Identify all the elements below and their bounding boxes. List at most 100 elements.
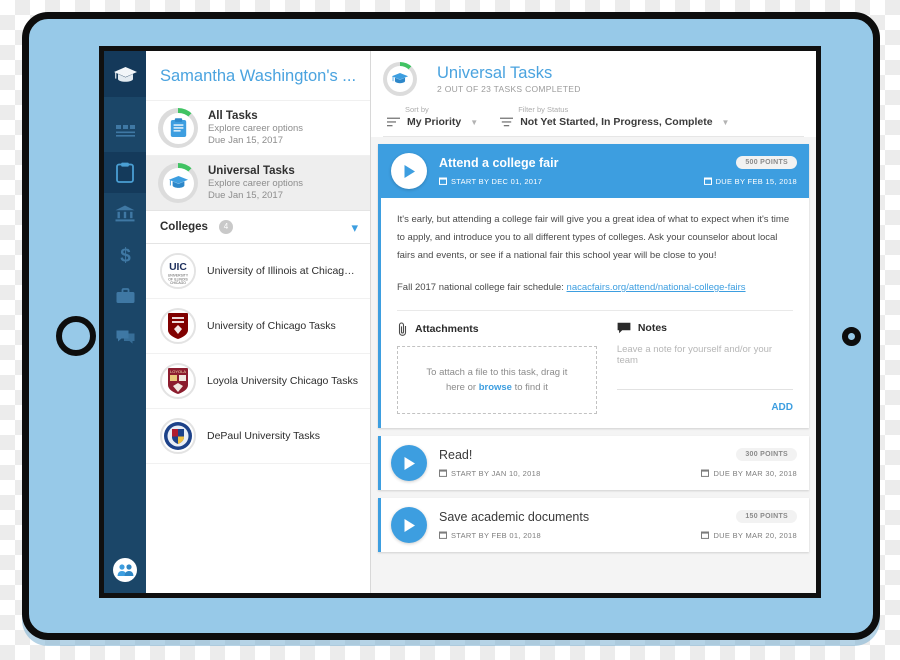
chevron-down-icon[interactable]: ▾ (351, 221, 358, 234)
calendar-icon (439, 177, 447, 187)
list-item[interactable]: DePaul University Tasks (146, 409, 370, 464)
app-logo[interactable] (104, 51, 146, 97)
attachment-dropzone[interactable]: To attach a file to this task, drag it h… (397, 346, 597, 414)
task-card-header[interactable]: Save academic documents 150 POINTS START… (381, 498, 809, 552)
controls-row: Sort by My Priority ▼ Filter by Status N… (383, 96, 804, 128)
task-card-header[interactable]: Read! 300 POINTS START BY JAN 10, 2018 D… (381, 436, 809, 490)
colleges-bank-icon (115, 205, 135, 222)
progress-ring (158, 163, 198, 203)
national-college-fairs-link[interactable]: nacacfairs.org/attend/national-college-f… (567, 282, 746, 293)
notes-title: Notes (637, 322, 668, 334)
sidebar-item-all-tasks[interactable]: All Tasks Explore career options Due Jan… (146, 100, 370, 155)
graduation-cap-progress-icon (383, 62, 417, 96)
rail-item-list: $ (104, 111, 146, 357)
svg-text:CHICAGO: CHICAGO (170, 281, 186, 285)
note-bubble-icon (617, 322, 631, 334)
college-name: University of Illinois at Chicago T... (207, 265, 360, 277)
task-group-due: Due Jan 15, 2017 (208, 190, 284, 201)
college-name: DePaul University Tasks (207, 430, 321, 442)
attachments-title: Attachments (415, 323, 479, 335)
task-description: It's early, but attending a college fair… (397, 214, 790, 261)
attachments-section: Attachments To attach a file to this tas… (397, 322, 611, 414)
progress-ring (158, 108, 198, 148)
task-card[interactable]: Save academic documents 150 POINTS START… (378, 498, 809, 552)
calendar-icon (701, 531, 710, 541)
points-badge: 150 POINTS (736, 510, 797, 523)
browse-link[interactable]: browse (479, 382, 512, 393)
colleges-section-header[interactable]: Colleges 4 ▾ (146, 210, 370, 244)
main-subtitle: 2 OUT OF 23 TASKS COMPLETED (437, 84, 581, 94)
dashboard-icon (115, 124, 135, 137)
task-card-header[interactable]: Attend a college fair 500 POINTS START B… (381, 144, 809, 198)
task-start-date: START BY FEB 01, 2018 (439, 531, 541, 541)
sort-control[interactable]: Sort by My Priority ▼ (387, 105, 478, 128)
task-group-due: Due Jan 15, 2017 (208, 135, 284, 146)
task-start-date: START BY DEC 01, 2017 (439, 177, 542, 187)
task-link-line: Fall 2017 national college fair schedule… (397, 279, 793, 297)
task-detail-body: It's early, but attending a college fair… (381, 198, 809, 428)
task-title: Save academic documents (439, 509, 590, 524)
calendar-icon (703, 177, 712, 187)
filter-control[interactable]: Filter by Status Not Yet Started, In Pro… (500, 105, 729, 128)
task-due-date: DUE BY FEB 15, 2018 (703, 177, 797, 187)
add-note-button[interactable]: ADD (617, 402, 793, 413)
sidebar-item-careers[interactable] (104, 275, 146, 316)
task-group-subtitle: Explore career options (208, 177, 304, 189)
college-name: University of Chicago Tasks (207, 320, 336, 332)
sidebar: Samantha Washington's ... All Tasks Expl… (146, 51, 371, 593)
note-input[interactable]: Leave a note for yourself and/or your te… (617, 344, 793, 366)
sidebar-item-tasks[interactable] (104, 152, 146, 193)
camera-icon (842, 327, 861, 346)
sidebar-item-dashboard[interactable] (104, 111, 146, 152)
careers-briefcase-icon (116, 287, 134, 303)
task-group-text: Universal Tasks Explore career options D… (208, 164, 303, 203)
task-card-body: Read! 300 POINTS START BY JAN 10, 2018 D… (439, 448, 797, 479)
svg-text:UIC: UIC (169, 262, 187, 273)
points-badge: 300 POINTS (736, 448, 797, 461)
paperclip-icon (398, 322, 407, 336)
calendar-icon (439, 469, 447, 479)
college-name: Loyola University Chicago Tasks (207, 375, 358, 387)
main-title: Universal Tasks (437, 64, 553, 82)
task-card-body: Attend a college fair 500 POINTS START B… (439, 156, 797, 187)
task-group-text: All Tasks Explore career options Due Jan… (208, 109, 303, 148)
depaul-logo (160, 418, 196, 454)
task-card-list: Attend a college fair 500 POINTS START B… (371, 137, 816, 593)
sidebar-item-colleges[interactable] (104, 193, 146, 234)
filter-value: Not Yet Started, In Progress, Complete (520, 116, 713, 128)
graduation-cap-icon (391, 73, 409, 84)
play-icon[interactable] (391, 445, 427, 481)
avatar[interactable] (104, 547, 146, 593)
play-icon[interactable] (391, 153, 427, 189)
sidebar-item-messages[interactable] (104, 316, 146, 357)
list-item[interactable]: LOYOLA Loyola University Chicago Tasks (146, 354, 370, 409)
sidebar-item-finances[interactable]: $ (104, 234, 146, 275)
home-button[interactable] (56, 316, 96, 356)
sort-icon (387, 117, 400, 127)
task-card-expanded[interactable]: Attend a college fair 500 POINTS START B… (378, 144, 809, 428)
play-icon[interactable] (391, 507, 427, 543)
loyola-logo: LOYOLA (160, 363, 196, 399)
notes-section: Notes Leave a note for yourself and/or y… (611, 322, 793, 414)
list-item[interactable]: University of Chicago Tasks (146, 299, 370, 354)
sort-value: My Priority (407, 116, 462, 128)
caret-down-icon[interactable]: ▼ (722, 118, 730, 127)
task-due-date: DUE BY MAR 30, 2018 (701, 469, 797, 479)
list-item[interactable]: UIC UNIVERSITY OF ILLINOIS CHICAGO Unive… (146, 244, 370, 299)
main-header-texts: Universal Tasks 2 OUT OF 23 TASKS COMPLE… (437, 64, 581, 94)
link-prefix: Fall 2017 national college fair schedule… (397, 282, 567, 293)
attachments-notes-row: Attachments To attach a file to this tas… (397, 311, 793, 428)
uchicago-logo (160, 308, 196, 344)
filter-label: Filter by Status (518, 105, 569, 114)
caret-down-icon[interactable]: ▼ (470, 118, 478, 127)
sort-label: Sort by (405, 105, 429, 114)
task-card[interactable]: Read! 300 POINTS START BY JAN 10, 2018 D… (378, 436, 809, 490)
sidebar-item-universal-tasks[interactable]: Universal Tasks Explore career options D… (146, 155, 370, 210)
screen: $ Samantha Washington's ... All Tasks Ex… (99, 46, 821, 598)
calendar-icon (701, 469, 710, 479)
task-group-title: All Tasks (208, 109, 258, 122)
points-badge: 500 POINTS (736, 156, 797, 169)
task-group-subtitle: Explore career options (208, 122, 304, 134)
clipboard-icon (170, 118, 186, 137)
task-title: Read! (439, 447, 473, 462)
